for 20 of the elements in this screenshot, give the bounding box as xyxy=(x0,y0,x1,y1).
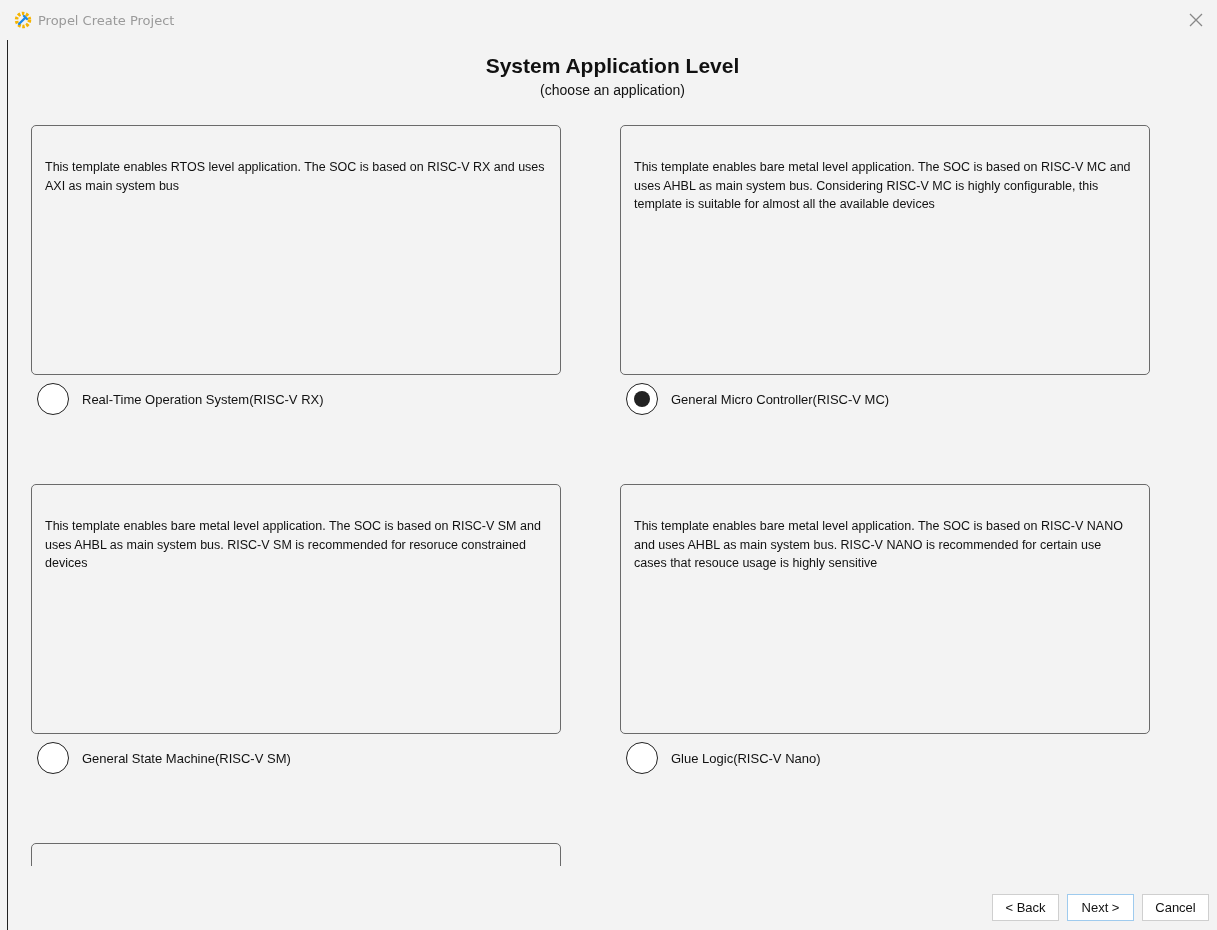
close-icon[interactable] xyxy=(1189,13,1203,27)
radio-label: Real-Time Operation System(RISC-V RX) xyxy=(82,391,324,407)
radio-button[interactable] xyxy=(37,742,69,774)
dialog-button[interactable]: < Back xyxy=(992,894,1059,921)
radio-label: General State Machine(RISC-V SM) xyxy=(82,750,291,766)
radio-button[interactable] xyxy=(37,383,69,415)
dialog-button[interactable]: Next > xyxy=(1067,894,1134,921)
dialog-button[interactable]: Cancel xyxy=(1142,894,1209,921)
radio-label: General Micro Controller(RISC-V MC) xyxy=(671,391,890,407)
template-description: This template enables bare metal level application. The SOC is based on RISC-V SM and uses AHBL as main system bus. RISC-V SM is recommended for resoruce constrained devices xyxy=(45,518,542,572)
template-description: This template enables bare metal level application. The SOC is based on RISC-V NANO and uses AHBL as main system bus. RISC-V NANO is recommended for certain use cases that resouce usage is highly sensitive xyxy=(634,518,1124,572)
radio-button[interactable] xyxy=(626,742,658,774)
page-subtitle: (choose an application) xyxy=(540,82,685,98)
template-description: This template enables bare metal level application. The SOC is based on RISC-V MC and uses AHBL as main system bus. Considering RISC-V MC is highly configurable, this template is suitable for almost all the available devices xyxy=(634,159,1132,213)
radio-button[interactable] xyxy=(626,383,658,415)
template-description: This template enables RTOS level application. The SOC is based on RISC-V RX and uses AXI as main system bus xyxy=(45,159,546,195)
window-title: Propel Create Project xyxy=(38,12,176,28)
page-heading: System Application Level xyxy=(485,54,740,78)
radio-label: Glue Logic(RISC-V Nano) xyxy=(671,750,821,766)
app-gear-icon xyxy=(14,11,32,29)
